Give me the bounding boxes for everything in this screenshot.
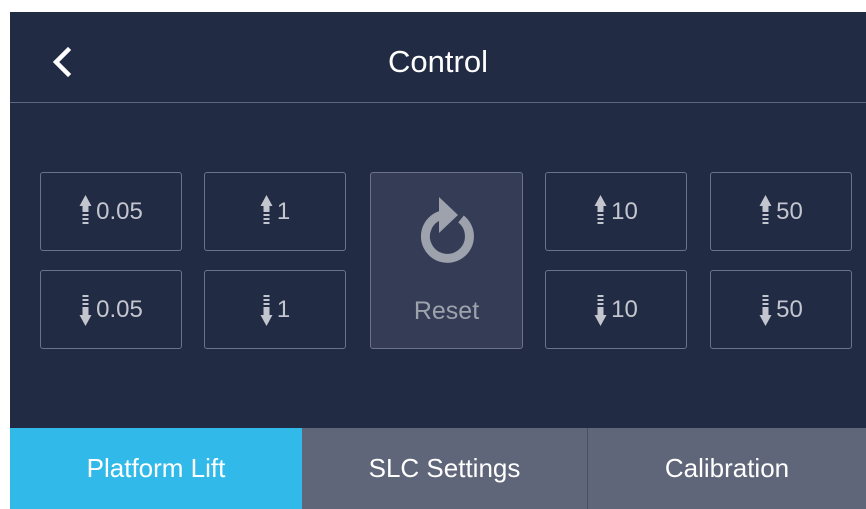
lift-up-10-button[interactable]: 10: [545, 172, 687, 251]
arrow-up-icon: [79, 194, 92, 224]
step-label: 0.05: [96, 295, 143, 323]
lift-up-50-button[interactable]: 50: [710, 172, 852, 251]
lift-up-1-button[interactable]: 1: [204, 172, 346, 251]
tab-label: Platform Lift: [86, 453, 226, 483]
tab-platform-lift[interactable]: Platform Lift: [10, 428, 302, 509]
bottom-tab-bar: Platform Lift SLC Settings Calibration: [10, 428, 866, 509]
lift-down-10-button[interactable]: 10: [545, 270, 687, 349]
reset-icon: [420, 197, 474, 263]
arrow-up-icon: [759, 194, 772, 224]
page-title: Control: [388, 44, 488, 79]
arrow-down-icon: [594, 294, 607, 326]
step-label: 1: [276, 295, 291, 323]
header-divider: [10, 102, 866, 103]
arrow-up-icon: [260, 194, 273, 224]
reset-label: Reset: [413, 297, 480, 325]
header: Control: [10, 12, 866, 102]
lift-down-50-button[interactable]: 50: [710, 270, 852, 349]
step-label: 50: [776, 197, 803, 225]
step-label: 0.05: [96, 197, 143, 225]
lift-down-1-button[interactable]: 1: [204, 270, 346, 349]
control-screen: Control 0.05 1 10 50 0.05 1 10 50 Reset …: [10, 12, 866, 509]
tab-label: Calibration: [664, 453, 790, 483]
lift-down-0-05-button[interactable]: 0.05: [40, 270, 182, 349]
tab-calibration[interactable]: Calibration: [588, 428, 866, 509]
arrow-down-icon: [79, 294, 92, 326]
arrow-up-icon: [594, 194, 607, 224]
arrow-down-icon: [260, 294, 273, 326]
tab-label: SLC Settings: [368, 453, 521, 483]
tab-slc-settings[interactable]: SLC Settings: [302, 428, 588, 509]
step-label: 10: [611, 197, 638, 225]
step-label: 10: [611, 295, 638, 323]
arrow-down-icon: [759, 294, 772, 326]
reset-button[interactable]: Reset: [370, 172, 523, 349]
step-label: 50: [776, 295, 803, 323]
step-label: 1: [276, 197, 291, 225]
lift-up-0-05-button[interactable]: 0.05: [40, 172, 182, 251]
